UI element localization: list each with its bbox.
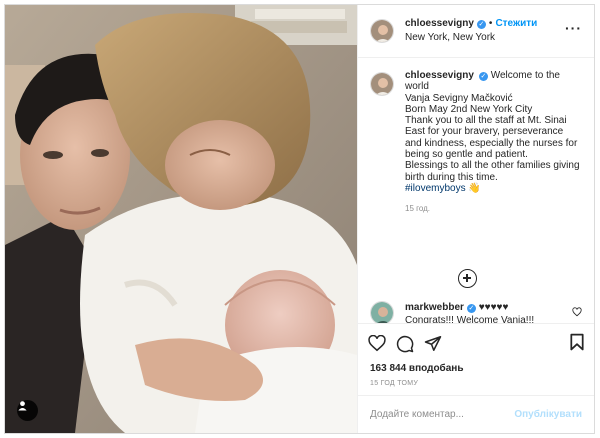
post-photo[interactable] <box>5 5 357 433</box>
caption-line: Thank you to all the staff at Mt. Sinai … <box>405 115 578 161</box>
comment-input[interactable] <box>370 409 515 420</box>
instagram-post: chloessevigny ✓ • Стежити New York, New Yor… <box>4 4 595 434</box>
share-icon[interactable] <box>424 332 452 356</box>
post-caption: chloessevigny ✓ Welcome to the world Vanj… <box>370 70 582 215</box>
caption-line: Born May 2nd New York City <box>405 103 533 115</box>
commenter-username[interactable]: markwebber <box>405 302 464 313</box>
waving-hand-emoji: 👋 <box>468 182 481 194</box>
caption-line: Vanja Sevigny Mačković <box>405 92 513 104</box>
caption-username[interactable]: chloessevigny <box>405 70 474 81</box>
follow-button[interactable]: Стежити <box>495 18 537 29</box>
bookmark-icon[interactable] <box>570 333 584 351</box>
hashtag-link[interactable]: #ilovemyboys <box>405 183 466 194</box>
caption-avatar[interactable] <box>370 72 394 96</box>
post-actions <box>358 323 594 363</box>
photo-illustration <box>5 5 357 433</box>
comment-text: Congrats!!! Welcome Vanja!!! <box>405 315 535 323</box>
comment-like-icon[interactable] <box>572 307 582 317</box>
load-more-comments-icon[interactable] <box>458 269 477 288</box>
author-avatar[interactable] <box>370 19 394 43</box>
comment-hearts: ♥♥♥♥♥ <box>478 302 509 313</box>
user-tag-icon[interactable] <box>17 400 38 421</box>
comment-body: markwebber ✓ ♥♥♥♥♥ Congrats!!! Welcome Va… <box>405 301 534 323</box>
author-info: chloessevigny ✓ • Стежити New York, New Yor… <box>405 17 565 45</box>
post-side-panel: chloessevigny ✓ • Стежити New York, New Yor… <box>357 5 594 433</box>
comment-item: markwebber ✓ ♥♥♥♥♥ Congrats!!! Welcome Va… <box>370 301 582 323</box>
caption-time: 15 год. <box>405 204 431 214</box>
post-date[interactable]: 15 ГОД ТОМУ <box>358 377 594 395</box>
add-comment-bar: Опублікувати <box>358 395 594 433</box>
verified-badge-icon: ✓ <box>478 72 488 81</box>
caption-line: Blessings to all the other families givi… <box>405 160 580 183</box>
author-username[interactable]: chloessevigny <box>405 18 474 29</box>
more-horizontal-icon[interactable]: ··· <box>565 20 582 42</box>
heart-icon[interactable] <box>368 332 396 356</box>
comments-area: chloessevigny ✓ Welcome to the world Vanj… <box>358 58 594 323</box>
likes-count[interactable]: 163 844 вподобань <box>358 363 594 377</box>
separator-dot: • <box>488 18 493 29</box>
verified-badge-icon: ✓ <box>476 20 486 29</box>
post-comment-button[interactable]: Опублікувати <box>514 409 582 420</box>
verified-badge-icon: ✓ <box>466 304 476 313</box>
comment-icon[interactable] <box>396 332 424 356</box>
post-location[interactable]: New York, New York <box>405 31 565 45</box>
caption-body: chloessevigny ✓ Welcome to the world Vanj… <box>405 70 580 215</box>
commenter-avatar[interactable] <box>370 301 394 323</box>
post-header: chloessevigny ✓ • Стежити New York, New Yor… <box>358 5 594 58</box>
